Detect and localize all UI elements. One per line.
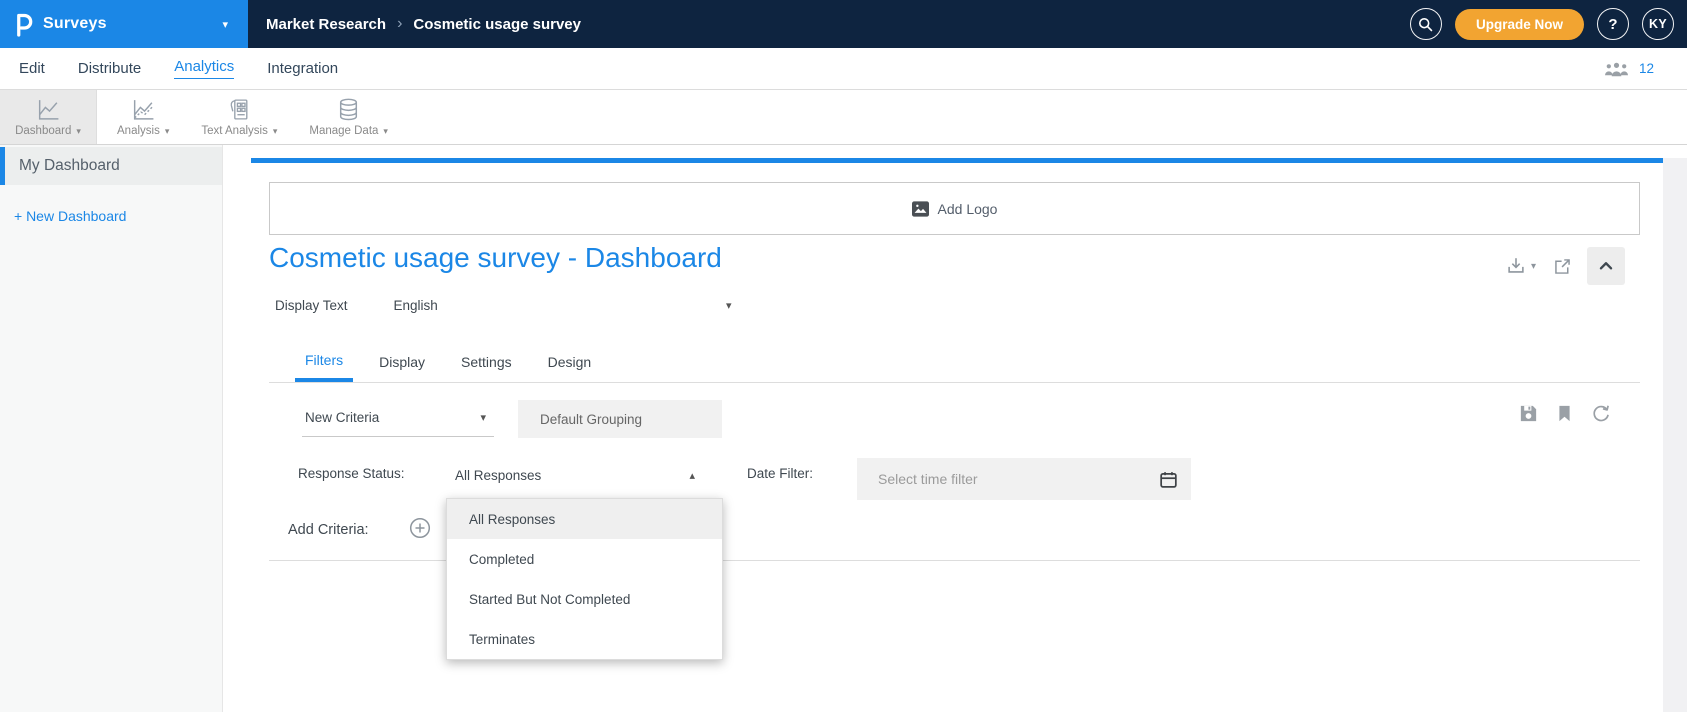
nav-item-analytics[interactable]: Analytics — [174, 58, 235, 79]
grouping-input[interactable]: Default Grouping — [518, 400, 722, 438]
page-background-band — [1663, 158, 1687, 712]
language-value: English — [393, 298, 438, 313]
response-status-value: All Responses — [455, 467, 542, 483]
save-icon — [1520, 405, 1537, 422]
chevron-down-icon: ▾ — [726, 300, 732, 312]
response-status-select[interactable]: All Responses ▴ — [455, 455, 703, 495]
chevron-up-icon: ▴ — [689, 469, 695, 482]
sidebar-item-my-dashboard[interactable]: My Dashboard — [0, 147, 222, 185]
tab-design[interactable]: Design — [538, 341, 602, 382]
image-icon — [911, 200, 929, 217]
upgrade-button[interactable]: Upgrade Now — [1454, 8, 1584, 40]
chevron-down-icon: ▾ — [222, 18, 228, 31]
add-criteria-label: Add Criteria: — [288, 522, 369, 538]
dashboard-sidebar: My Dashboard + New Dashboard — [0, 145, 223, 712]
chevron-down-icon: ▾ — [480, 412, 486, 424]
dropdown-option[interactable]: All Responses — [447, 499, 722, 539]
nav-item-integration[interactable]: Integration — [267, 60, 338, 78]
top-bar: Surveys ▾ Market Research › Cosmetic usa… — [0, 0, 1687, 48]
tool-label: Manage Data — [309, 125, 379, 137]
grouping-value: Default Grouping — [540, 411, 643, 427]
download-icon — [1508, 258, 1524, 273]
display-text-row: Display Text English ▾ — [275, 298, 732, 313]
dropdown-option[interactable]: Completed — [447, 539, 722, 579]
page-title: Cosmetic usage survey - Dashboard — [269, 242, 722, 273]
calendar-button[interactable] — [1159, 470, 1191, 489]
language-select[interactable]: English ▾ — [394, 298, 732, 313]
response-status-dropdown: All Responses Completed Started But Not … — [446, 498, 723, 660]
chevron-down-icon: ▾ — [76, 125, 81, 136]
tool-dashboard[interactable]: Dashboard ▾ — [0, 90, 97, 144]
dashboard-chart-icon — [38, 100, 59, 120]
analysis-chart-icon — [134, 100, 154, 120]
collapse-button[interactable] — [1587, 247, 1626, 285]
breadcrumb-folder[interactable]: Market Research — [266, 16, 386, 33]
criteria-value: New Criteria — [305, 410, 380, 425]
chevron-down-icon: ▾ — [272, 125, 278, 136]
avatar[interactable]: KY — [1642, 8, 1674, 40]
date-filter-label: Date Filter: — [747, 466, 814, 481]
nav-item-edit[interactable]: Edit — [19, 60, 45, 78]
tool-text-analysis[interactable]: Text Analysis ▾ — [189, 90, 289, 144]
add-logo-dropzone[interactable]: Add Logo — [269, 182, 1640, 235]
product-name: Surveys — [43, 15, 107, 32]
date-filter-input[interactable] — [857, 470, 1159, 488]
collaborators[interactable]: 12 — [1604, 61, 1687, 77]
survey-nav: Edit Distribute Analytics Integration 12 — [0, 48, 1687, 90]
chevron-up-icon — [1599, 262, 1613, 270]
new-dashboard-button[interactable]: + New Dashboard — [0, 202, 222, 230]
nav-item-distribute[interactable]: Distribute — [78, 60, 141, 78]
save-button[interactable] — [1518, 403, 1539, 424]
tool-label: Analysis — [117, 125, 160, 137]
breadcrumb: Market Research › Cosmetic usage survey — [248, 15, 581, 33]
response-status-label: Response Status: — [298, 466, 405, 481]
chevron-down-icon: ▾ — [1531, 260, 1537, 272]
analytics-toolbar: Dashboard ▾ Analysis ▾ Text Analysis ▾ Mana… — [0, 90, 1687, 145]
search-icon — [1419, 17, 1433, 31]
share-button[interactable] — [1552, 256, 1573, 277]
calendar-icon — [1160, 471, 1177, 488]
dropdown-option[interactable]: Terminates — [447, 619, 722, 659]
tool-label: Dashboard — [15, 125, 72, 137]
database-icon — [340, 98, 358, 121]
accent-divider — [251, 158, 1663, 163]
tool-manage-data[interactable]: Manage Data ▾ — [297, 90, 400, 144]
date-filter-field — [857, 458, 1191, 500]
add-criteria-button[interactable] — [409, 517, 431, 539]
collaborators-count: 12 — [1638, 61, 1654, 76]
help-button[interactable]: ? — [1597, 8, 1629, 40]
breadcrumb-separator-icon: › — [397, 15, 403, 32]
tool-analysis[interactable]: Analysis ▾ — [105, 90, 181, 144]
text-analysis-icon — [230, 99, 248, 120]
questionpro-logo-icon — [17, 13, 33, 37]
share-icon — [1555, 258, 1570, 274]
reset-icon — [1593, 405, 1609, 422]
dashboard-actions: ▾ — [1505, 247, 1640, 285]
dashboard-main: Add Logo Cosmetic usage survey - Dashboa… — [223, 145, 1687, 712]
download-button[interactable]: ▾ — [1505, 255, 1536, 277]
tab-filters[interactable]: Filters — [295, 341, 354, 382]
criteria-select[interactable]: New Criteria ▾ — [302, 399, 494, 437]
breadcrumb-survey-name: Cosmetic usage survey — [413, 15, 581, 33]
product-switcher[interactable]: Surveys ▾ — [0, 0, 248, 48]
search-button[interactable] — [1409, 8, 1442, 40]
bookmark-icon — [1559, 405, 1570, 422]
settings-tabs: Filters Display Settings Design — [269, 341, 1640, 383]
people-icon — [1604, 62, 1629, 76]
tab-display[interactable]: Display — [369, 341, 435, 382]
bookmark-button[interactable] — [1556, 403, 1573, 424]
dropdown-option[interactable]: Started But Not Completed — [447, 579, 722, 619]
add-logo-label: Add Logo — [937, 200, 998, 217]
display-text-label: Display Text — [275, 298, 348, 313]
tab-settings[interactable]: Settings — [451, 341, 522, 382]
filter-actions — [1518, 403, 1611, 424]
chevron-down-icon: ▾ — [383, 125, 388, 136]
plus-circle-icon — [409, 517, 431, 539]
chevron-down-icon: ▾ — [164, 125, 170, 136]
reset-button[interactable] — [1590, 403, 1611, 424]
tool-label: Text Analysis — [201, 125, 268, 137]
topbar-actions: Upgrade Now ? KY — [1409, 8, 1687, 40]
